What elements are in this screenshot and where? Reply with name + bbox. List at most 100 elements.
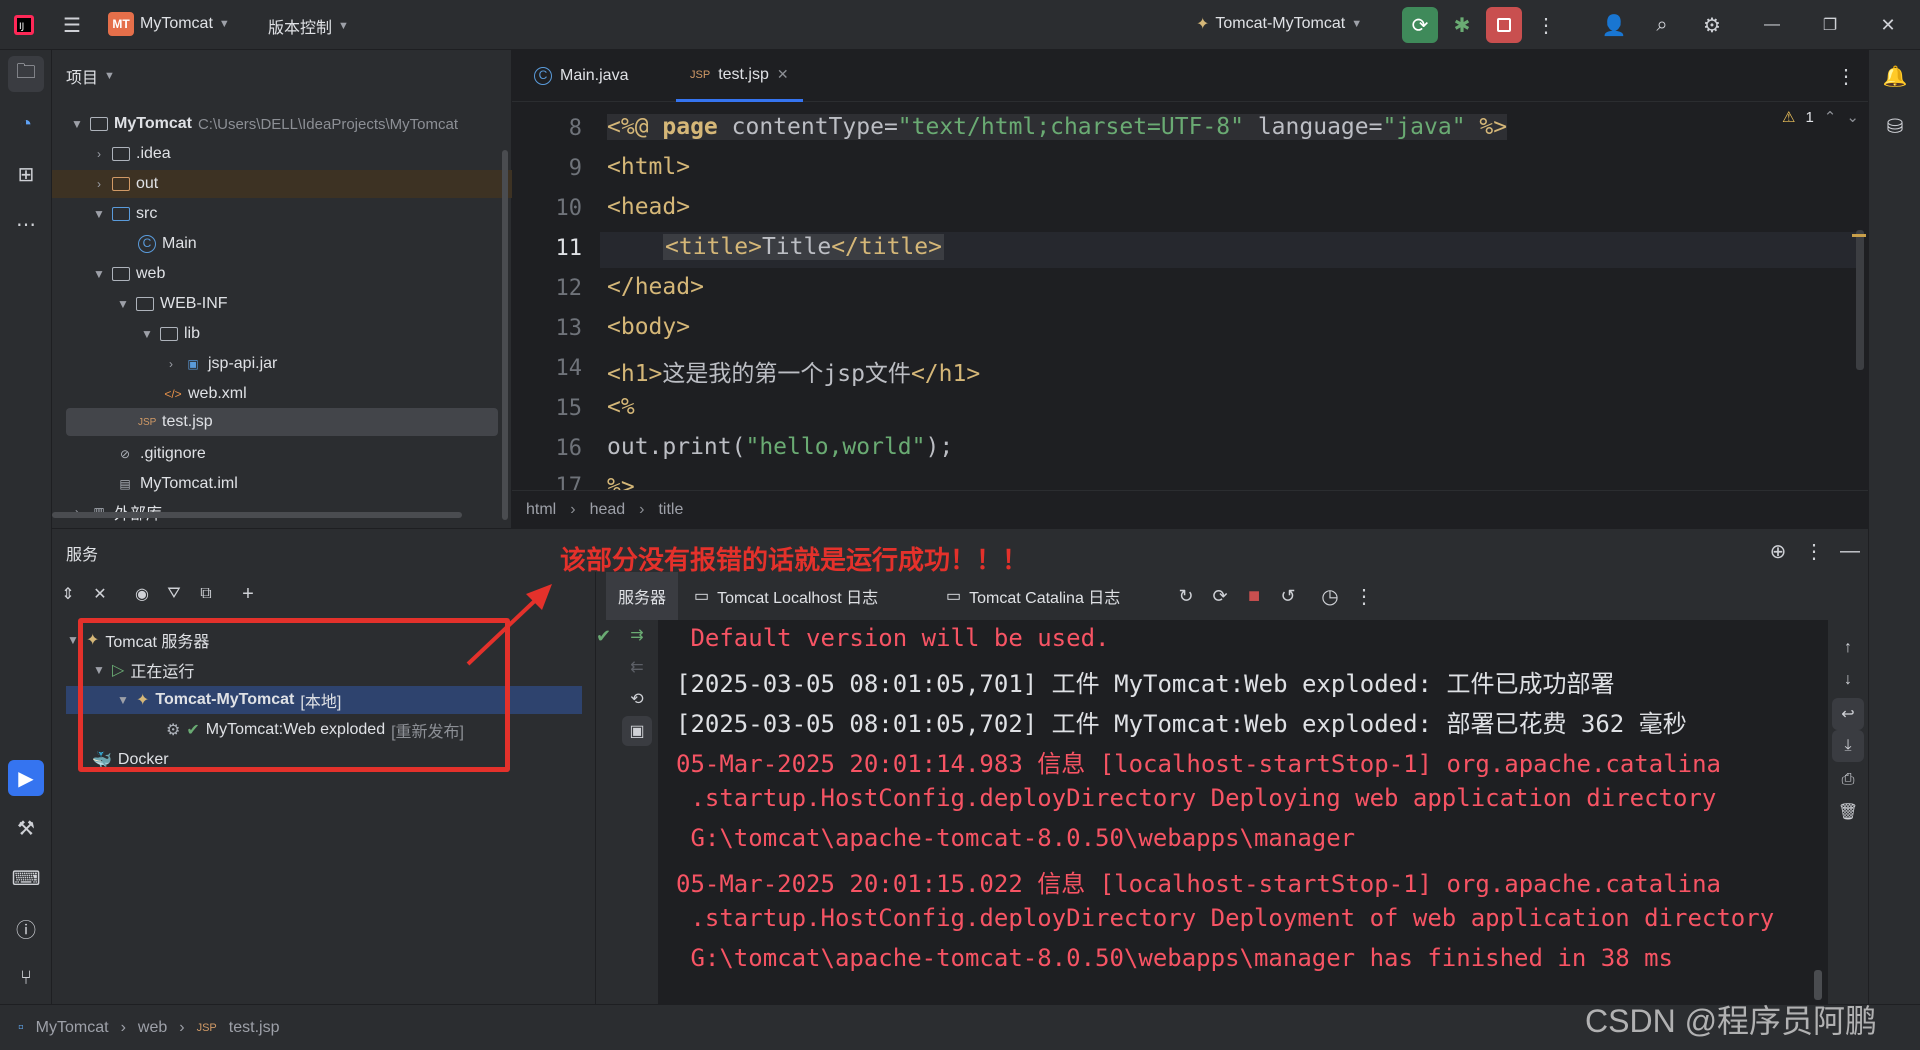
database-icon[interactable]: ⛁ <box>1877 108 1913 144</box>
services-tool-icon[interactable]: ▶ <box>8 760 44 796</box>
more-tools-icon[interactable]: ⋯ <box>8 206 44 242</box>
project-panel-header[interactable]: 项目 ▼ <box>66 64 115 88</box>
tree-item-out[interactable]: › out <box>52 170 512 198</box>
deploy-icon[interactable]: ⇉ <box>622 620 652 650</box>
minimize-icon[interactable]: — <box>1754 7 1790 43</box>
breadcrumb-item[interactable]: head <box>590 501 626 519</box>
class-icon: C <box>138 235 156 253</box>
refresh-icon[interactable]: ⟲ <box>622 684 652 714</box>
tree-item-web-inf[interactable]: ▼ WEB-INF <box>116 290 228 318</box>
target-icon[interactable]: ⊕ <box>1760 533 1796 569</box>
more-icon[interactable]: ⋮ <box>1828 58 1864 94</box>
stop-icon[interactable]: ■ <box>1236 578 1272 614</box>
more-icon[interactable]: ⋮ <box>1528 7 1564 43</box>
tree-label: .gitignore <box>140 445 206 462</box>
filter-icon[interactable]: ⛛ <box>158 578 190 610</box>
collapse-all-icon[interactable]: ✕ <box>84 578 116 610</box>
tab-catalina-log[interactable]: ▭ Tomcat Catalina 日志 <box>946 572 1120 620</box>
structure-tool-icon[interactable]: ⊞ <box>8 156 44 192</box>
tree-item-web-xml[interactable]: </> web.xml <box>164 380 246 408</box>
breadcrumb-item[interactable]: title <box>658 501 683 519</box>
tree-item-src[interactable]: ▼ src <box>92 200 157 228</box>
trash-icon[interactable]: 🗑 <box>1832 796 1864 828</box>
vcs-menu[interactable]: 版本控制 ▼ <box>268 14 349 38</box>
tree-item-iml[interactable]: ▤ MyTomcat.iml <box>116 470 237 498</box>
debug-icon[interactable]: ✱ <box>1444 7 1480 43</box>
horizontal-scrollbar[interactable] <box>52 512 462 518</box>
hide-icon[interactable]: — <box>1832 533 1868 569</box>
hamburger-menu-icon[interactable]: ☰ <box>54 7 90 43</box>
eye-icon[interactable]: ◉ <box>126 578 158 610</box>
status-crumb[interactable]: web <box>138 1019 167 1037</box>
soft-wrap-icon[interactable]: ↩ <box>1832 698 1864 730</box>
profiler-icon[interactable]: ◷ <box>1312 578 1348 614</box>
run-config-selector[interactable]: ✦ Tomcat-MyTomcat ▼ <box>1196 14 1362 34</box>
settings-icon[interactable]: ⚙ <box>1694 7 1730 43</box>
console-line: G:\tomcat\apache-tomcat-8.0.50\webapps\m… <box>676 824 1356 852</box>
print-icon[interactable]: ⎙ <box>1832 764 1864 796</box>
scroll-to-end-icon[interactable]: ⤓ <box>1832 730 1864 762</box>
tree-item-root[interactable]: ▼ MyTomcat C:\Users\DELL\IdeaProjects\My… <box>70 110 458 138</box>
terminal-tool-icon[interactable]: ⌨ <box>8 860 44 896</box>
tab-localhost-log[interactable]: ▭ Tomcat Localhost 日志 <box>694 572 878 620</box>
tree-item-web[interactable]: ▼ web <box>92 260 165 288</box>
tree-item-test-jsp[interactable]: JSP test.jsp <box>66 408 498 436</box>
warning-marker[interactable] <box>1852 234 1866 237</box>
notifications-icon[interactable]: 🔔 <box>1877 58 1913 94</box>
project-tool-icon[interactable]: 🗀 <box>8 56 44 92</box>
new-tab-icon[interactable]: ⧉ <box>190 578 222 610</box>
console-icon[interactable]: ▣ <box>622 716 652 746</box>
console-line: .startup.HostConfig.deployDirectory Depl… <box>676 784 1717 812</box>
inspection-widget[interactable]: ⚠ 1 ⌃ ⌄ <box>1782 108 1859 127</box>
problems-tool-icon[interactable]: ⓘ <box>8 910 44 946</box>
vertical-scrollbar[interactable] <box>502 150 508 520</box>
rerun-icon[interactable]: ↻ <box>1168 578 1204 614</box>
build-tool-icon[interactable]: ⚒ <box>8 810 44 846</box>
undeploy-icon[interactable]: ⇇ <box>622 652 652 682</box>
app-logo-icon[interactable]: IJ <box>6 7 42 43</box>
chevron-down-icon[interactable]: ⌄ <box>1846 108 1859 126</box>
redeploy-icon[interactable]: ⟳ <box>1202 578 1238 614</box>
console-output[interactable]: Default version will be used. [2025-03-0… <box>658 620 1828 1004</box>
class-icon: C <box>534 67 552 85</box>
git-tool-icon[interactable]: ⑂ <box>8 960 44 996</box>
tab-label: Main.java <box>560 67 629 84</box>
status-crumb[interactable]: test.jsp <box>229 1019 280 1037</box>
tab-label: Tomcat Catalina 日志 <box>969 590 1121 607</box>
restart-icon[interactable]: ↺ <box>1270 578 1306 614</box>
close-icon[interactable]: ✕ <box>1870 7 1906 43</box>
run-icon[interactable]: ⟳ <box>1402 7 1438 43</box>
more-icon[interactable]: ⋮ <box>1796 533 1832 569</box>
code-token: Title <box>761 234 832 260</box>
arrow-up-icon[interactable]: ↑ <box>1832 632 1864 664</box>
commit-tool-icon[interactable]: ◔ <box>8 106 44 142</box>
code-line-15: <% <box>607 394 635 420</box>
tab-test-jsp[interactable]: JSP test.jsp ✕ <box>676 50 803 102</box>
chevron-up-icon[interactable]: ⌃ <box>1824 108 1837 126</box>
chevron-down-icon: ▼ <box>104 70 115 82</box>
jsp-file-icon: JSP <box>196 1021 217 1034</box>
restore-icon[interactable]: ❐ <box>1812 7 1848 43</box>
tree-item-idea[interactable]: › .idea <box>92 140 171 168</box>
jsp-file-icon: JSP <box>690 68 711 81</box>
add-user-icon[interactable]: 👤 <box>1596 7 1632 43</box>
close-tab-icon[interactable]: ✕ <box>777 66 789 83</box>
expand-all-icon[interactable]: ⇕ <box>52 578 84 610</box>
stop-icon[interactable] <box>1486 7 1522 43</box>
add-icon[interactable]: + <box>232 578 264 610</box>
breadcrumb-item[interactable]: html <box>526 501 556 519</box>
editor-scrollbar[interactable] <box>1856 230 1864 370</box>
project-switcher[interactable]: MT MyTomcat ▼ <box>108 12 230 36</box>
status-crumb[interactable]: MyTomcat <box>36 1019 109 1037</box>
arrow-down-icon[interactable]: ↓ <box>1832 664 1864 696</box>
tree-item-lib[interactable]: ▼ lib <box>140 320 200 348</box>
editor-tabs: C Main.java JSP test.jsp ✕ ⋮ <box>512 50 1868 102</box>
tab-main-java[interactable]: C Main.java <box>520 50 642 102</box>
more-icon[interactable]: ⋮ <box>1346 578 1382 614</box>
search-icon[interactable]: ⌕ <box>1644 7 1680 43</box>
tree-item-main[interactable]: C Main <box>138 230 197 258</box>
code-token: <%@ <box>607 114 663 140</box>
tree-item-gitignore[interactable]: ⊘ .gitignore <box>116 440 206 468</box>
tree-item-jsp-api-jar[interactable]: › ▣ jsp-api.jar <box>164 350 277 378</box>
tab-server[interactable]: 服务器 <box>606 572 679 620</box>
